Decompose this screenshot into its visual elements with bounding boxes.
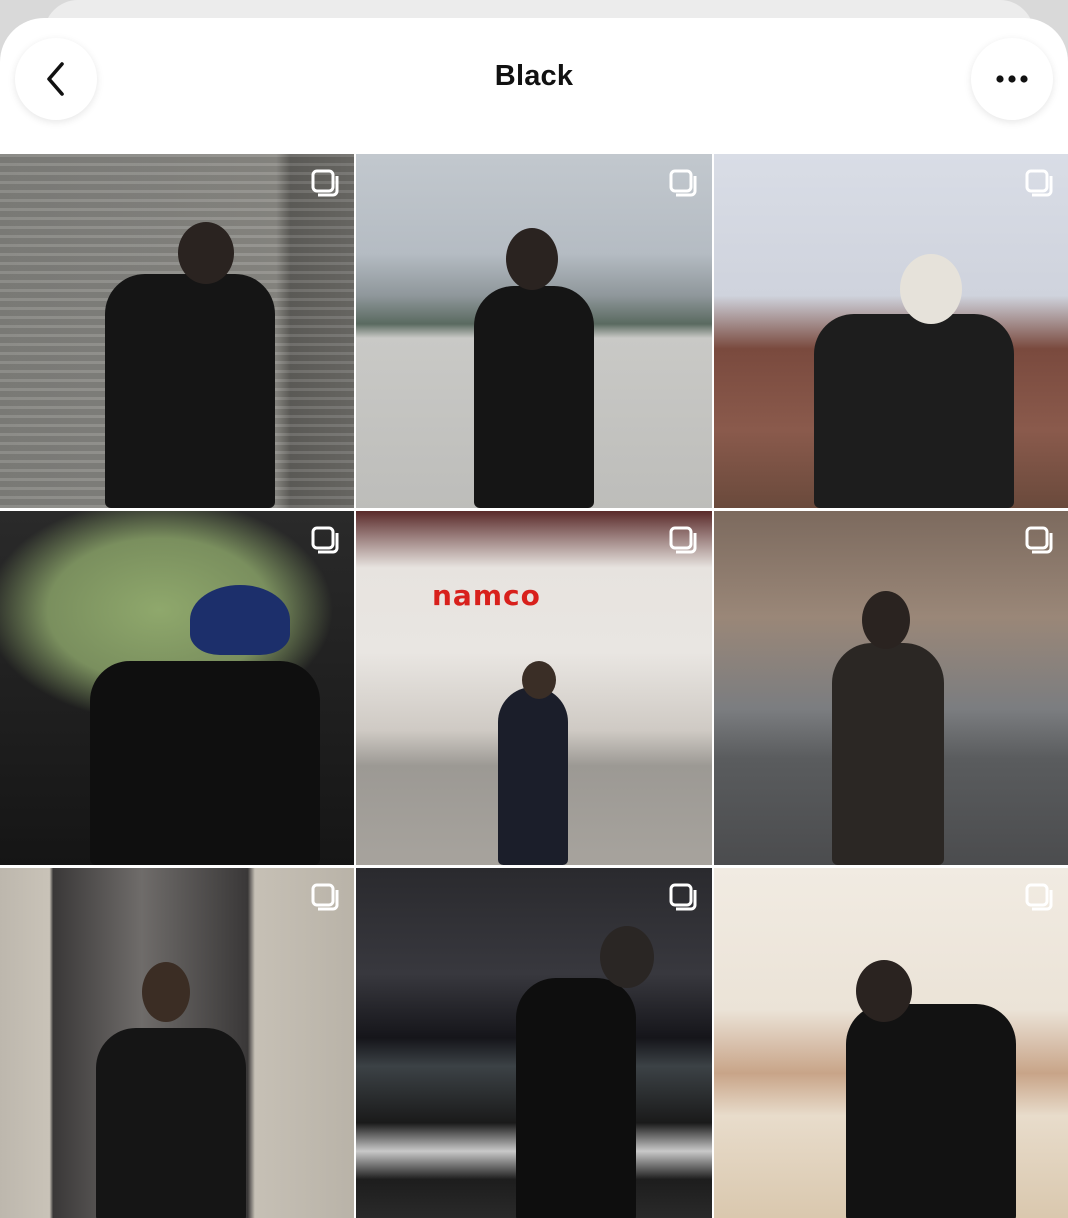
header: Black (0, 18, 1068, 154)
person-figure (96, 1028, 246, 1218)
multiple-images-icon (311, 169, 339, 197)
person-figure (516, 978, 636, 1218)
multiple-images-icon (669, 883, 697, 911)
multiple-images-icon (1025, 169, 1053, 197)
photo-grid: namco (0, 154, 1068, 1218)
multiple-images-icon (669, 526, 697, 554)
person-head (900, 254, 962, 324)
photo-tile[interactable] (356, 154, 712, 508)
person-figure (498, 687, 568, 865)
person-figure (474, 286, 594, 508)
person-figure (846, 1004, 1016, 1218)
more-options-button[interactable] (971, 38, 1053, 120)
multiple-images-icon (1025, 526, 1053, 554)
multiple-images-icon (311, 526, 339, 554)
person-figure (832, 643, 944, 865)
multiple-images-icon (1025, 883, 1053, 911)
person-head (600, 926, 654, 988)
photo-tile[interactable] (356, 868, 712, 1218)
person-head (522, 661, 556, 699)
namco-sign: namco (432, 579, 541, 612)
photo-tile[interactable] (0, 154, 354, 508)
ellipsis-icon (996, 75, 1028, 83)
person-figure (105, 274, 275, 508)
person-head (142, 962, 190, 1022)
photo-tile[interactable] (714, 154, 1068, 508)
multiple-images-icon (311, 883, 339, 911)
photo-tile[interactable] (714, 511, 1068, 865)
page-title: Black (494, 60, 574, 92)
person-figure (814, 314, 1014, 508)
person-head (856, 960, 912, 1022)
collection-sheet: Black namco (0, 18, 1068, 1218)
photo-tile[interactable]: namco (356, 511, 712, 865)
person-figure (90, 661, 320, 865)
person-head (506, 228, 558, 290)
person-head (190, 585, 290, 655)
multiple-images-icon (669, 169, 697, 197)
photo-tile[interactable] (0, 868, 354, 1218)
photo-tile[interactable] (0, 511, 354, 865)
person-head (862, 591, 910, 649)
photo-tile[interactable] (714, 868, 1068, 1218)
person-head (178, 222, 234, 284)
